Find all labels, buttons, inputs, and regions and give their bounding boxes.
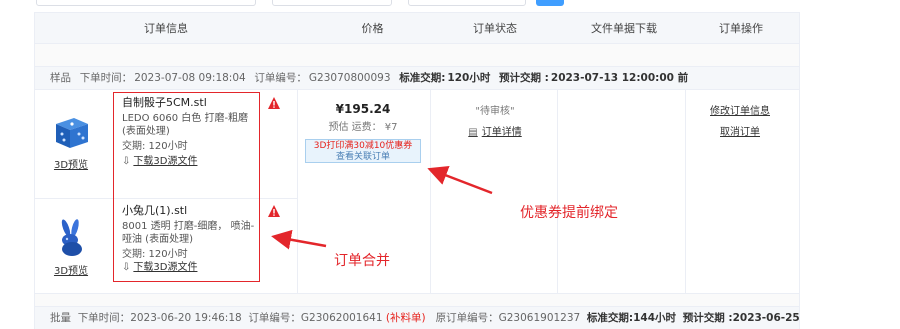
order-detail-row: ▤ 订单详情 <box>435 123 555 138</box>
document-icon: ▤ <box>468 127 478 138</box>
order-item-1: 自制骰子5CM.stl LEDO 6060 白色 打磨-粗磨 (表面处理) 交期… <box>122 96 262 168</box>
order-number: G23062001641 <box>300 312 383 324</box>
replenish-tag: (补料单) <box>385 312 426 324</box>
view-linked-orders-link[interactable]: 查看关联订单 <box>306 152 420 163</box>
order-item-2: 小兔几(1).stl 8001 透明 打磨-细磨， 喷油-哑油 (表面处理) 交… <box>122 204 262 274</box>
shipping-estimate: 预估 运费： ¥7 <box>328 122 398 133</box>
download-source-link[interactable]: 下载3D源文件 <box>133 262 197 273</box>
order-meta-bar: 样品 下单时间： 2023-07-08 09:18:04 订单编号： G230708… <box>34 66 800 90</box>
download-icon: ⇩ <box>122 156 131 167</box>
item-filename: 自制骰子5CM.stl <box>122 96 207 109</box>
order-amount: ¥195.24 <box>335 102 391 116</box>
order-type: 样品 <box>50 72 71 84</box>
order-status: "待审核" <box>475 106 515 117</box>
item-thumbnail-1[interactable]: 3D预览 <box>43 112 99 171</box>
search-button[interactable] <box>536 0 564 6</box>
order-type: 批量 <box>50 312 71 324</box>
col-download: 文件单据下载 <box>591 22 657 35</box>
order-meta-bar-2: 批量 下单时间：2023-06-20 19:46:18 订单编号：G230620… <box>34 306 800 329</box>
col-status: 订单状态 <box>473 22 517 35</box>
row-spacer <box>34 294 800 306</box>
warning-icon[interactable] <box>267 204 281 218</box>
3d-preview-link[interactable]: 3D预览 <box>43 262 99 277</box>
item-spec: 8001 透明 打磨-细磨， 喷油-哑油 (表面处理) <box>122 221 255 245</box>
download-icon: ⇩ <box>122 262 131 273</box>
item-spec: LEDO 6060 白色 打磨-粗磨 (表面处理) <box>122 113 249 137</box>
download-source-row: ⇩ 下载3D源文件 <box>122 261 262 274</box>
download-source-link[interactable]: 下载3D源文件 <box>133 156 197 167</box>
estimated-delivery: 2023-07-13 12:00:00 前 <box>550 72 689 84</box>
divider <box>557 90 558 294</box>
dice-model-icon <box>56 118 88 148</box>
table-header: 订单信息 价格 订单状态 文件单据下载 订单操作 <box>34 12 800 44</box>
price-cell: ¥195.24 预估 运费： ¥7 3D打印满30减10优惠券 查看关联订单 <box>298 94 428 163</box>
filter-input-1[interactable] <box>36 0 256 6</box>
modify-order-link[interactable]: 修改订单信息 <box>685 102 795 117</box>
filter-input-2[interactable] <box>272 0 392 6</box>
col-order-info: 订单信息 <box>144 22 188 35</box>
item-thumbnail-2[interactable]: 3D预览 <box>43 218 99 277</box>
filter-input-3[interactable] <box>408 0 526 6</box>
warning-icon[interactable] <box>267 96 281 110</box>
divider <box>430 90 431 294</box>
estimated-delivery: 2023-06-25 2 <box>732 312 800 324</box>
top-filter-strip <box>0 0 900 12</box>
standard-lead-time: 144小时 <box>633 312 677 324</box>
bunny-model-icon <box>61 219 82 256</box>
standard-lead-time: 120小时 <box>447 72 491 84</box>
cancel-order-link[interactable]: 取消订单 <box>685 123 795 138</box>
order-number: G23070800093 <box>308 72 391 84</box>
row-spacer <box>34 44 800 66</box>
item-filename: 小兔几(1).stl <box>122 204 188 217</box>
order-detail-link[interactable]: 订单详情 <box>482 127 522 138</box>
annotation-merge: 订单合并 <box>334 253 390 269</box>
order-body: 3D预览 3D预览 自制骰子5CM.stl LEDO 6060 白色 打磨-粗磨… <box>34 90 800 294</box>
operations-cell: 修改订单信息 取消订单 <box>685 94 795 138</box>
item-lead-time: 交期: 120小时 <box>122 249 188 260</box>
order-time: 2023-07-08 09:18:04 <box>134 72 246 84</box>
coupon-title: 3D打印满30减10优惠券 <box>313 141 413 151</box>
download-source-row: ⇩ 下载3D源文件 <box>122 155 262 168</box>
annotation-coupon: 优惠券提前绑定 <box>520 205 618 221</box>
item-lead-time: 交期: 120小时 <box>122 141 188 152</box>
coupon-badge[interactable]: 3D打印满30减10优惠券 查看关联订单 <box>305 139 421 163</box>
original-order-number: G23061901237 <box>498 312 581 324</box>
status-cell: "待审核" ▤ 订单详情 <box>435 94 555 138</box>
3d-preview-link[interactable]: 3D预览 <box>43 156 99 171</box>
order-time: 2023-06-20 19:46:18 <box>130 312 242 324</box>
col-price: 价格 <box>361 22 384 35</box>
col-ops: 订单操作 <box>719 22 763 35</box>
